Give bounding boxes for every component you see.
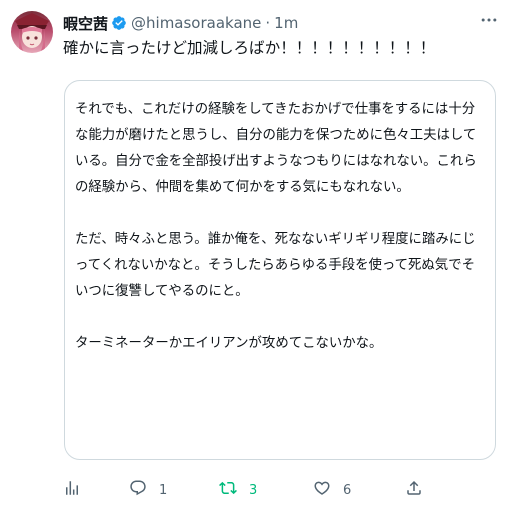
retweet-button[interactable]: 3 bbox=[219, 479, 313, 501]
handle[interactable]: @himasoraakane bbox=[131, 14, 261, 32]
reply-button[interactable]: 1 bbox=[129, 479, 219, 501]
like-count: 6 bbox=[343, 482, 352, 498]
quote-paragraph: ターミネーターかエイリアンが攻めてこないかな。 bbox=[75, 336, 383, 351]
display-name[interactable]: 暇空茜 bbox=[63, 13, 108, 34]
reply-count: 1 bbox=[159, 482, 168, 498]
tweet[interactable]: 暇空茜 @himasoraakane · 1m 確かに言ったけど加減しろばか！！… bbox=[0, 0, 511, 511]
more-icon[interactable] bbox=[479, 10, 499, 34]
retweet-icon bbox=[219, 479, 237, 501]
tweet-text: 確かに言ったけど加減しろばか！！！！！！！！！！ bbox=[63, 39, 436, 57]
retweet-count: 3 bbox=[249, 482, 258, 498]
like-icon bbox=[313, 479, 331, 501]
quote-paragraph: それでも、これだけの経験をしてきたおかげで仕事をするには十分な能力が磨けたと思う… bbox=[75, 102, 477, 195]
quote-paragraph: ただ、時々ふと思う。誰か俺を、死なないギリギリ程度に踏みにじってくれないかなと。… bbox=[75, 232, 476, 299]
timestamp[interactable]: 1m bbox=[274, 14, 298, 32]
views-icon bbox=[63, 479, 81, 501]
share-icon bbox=[405, 479, 423, 501]
share-button[interactable] bbox=[405, 479, 423, 501]
views-button[interactable] bbox=[63, 479, 129, 501]
action-bar: 1 3 6 bbox=[63, 478, 443, 502]
avatar[interactable] bbox=[11, 11, 53, 53]
reply-icon bbox=[129, 479, 147, 501]
verified-badge-icon bbox=[111, 15, 127, 31]
like-button[interactable]: 6 bbox=[313, 479, 405, 501]
quote-card[interactable]: それでも、これだけの経験をしてきたおかげで仕事をするには十分な能力が磨けたと思う… bbox=[64, 80, 496, 460]
separator-dot: · bbox=[265, 14, 271, 32]
tweet-header: 暇空茜 @himasoraakane · 1m bbox=[63, 13, 298, 33]
